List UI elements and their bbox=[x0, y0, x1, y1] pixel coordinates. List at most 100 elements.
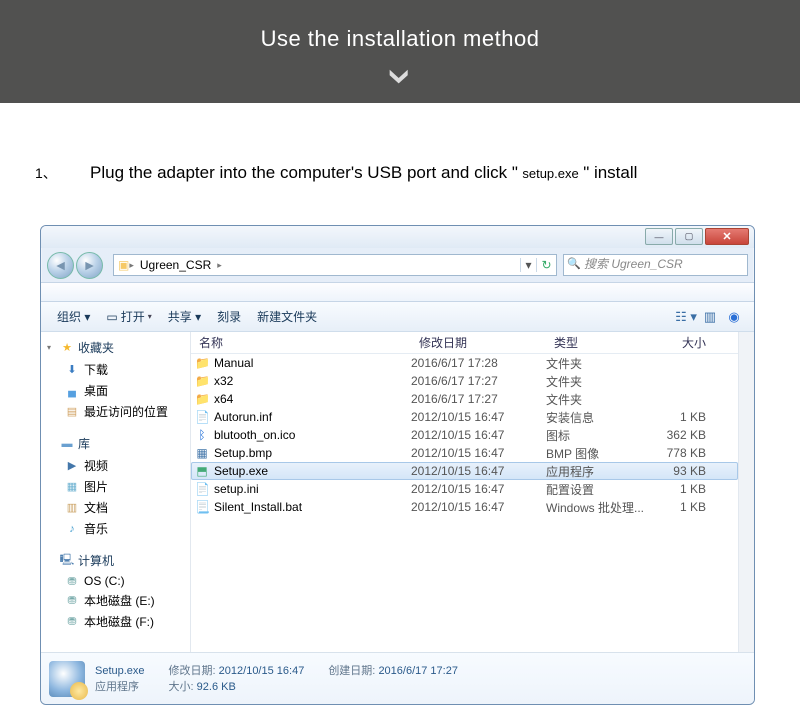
breadcrumb[interactable]: Ugreen_CSR bbox=[134, 258, 217, 272]
scrollbar[interactable] bbox=[738, 332, 754, 652]
file-name: x64 bbox=[214, 392, 233, 406]
file-name: Manual bbox=[214, 356, 253, 370]
computer-icon: 🖳 bbox=[60, 554, 74, 568]
details-created-val: 2016/6/17 17:27 bbox=[378, 665, 458, 677]
step-text: Plug the adapter into the computer's USB… bbox=[90, 163, 518, 182]
file-row[interactable]: 📁x322016/6/17 17:27文件夹 bbox=[191, 372, 738, 390]
step-after: " install bbox=[583, 163, 637, 182]
banner-title: Use the installation method bbox=[261, 26, 540, 52]
menu-bar[interactable] bbox=[41, 282, 754, 302]
details-file-icon bbox=[49, 661, 85, 697]
addr-dropdown-icon[interactable]: ▾ bbox=[520, 258, 536, 272]
tree-favorites[interactable]: ▾★收藏夹 bbox=[47, 336, 190, 359]
file-type: 文件夹 bbox=[546, 391, 656, 408]
file-type: 图标 bbox=[546, 427, 656, 444]
step-number: 1、 bbox=[35, 163, 90, 183]
forward-button[interactable]: ► bbox=[76, 252, 103, 279]
search-input[interactable]: 搜索 Ugreen_CSR bbox=[563, 254, 748, 276]
share-button[interactable]: 共享 ▾ bbox=[160, 304, 209, 329]
burn-button[interactable]: 刻录 bbox=[209, 304, 249, 329]
close-button[interactable]: ✕ bbox=[705, 228, 749, 245]
file-date: 2016/6/17 17:27 bbox=[411, 392, 546, 406]
drive-icon: ⛃ bbox=[65, 594, 79, 608]
preview-pane-icon[interactable]: ▥ bbox=[698, 309, 722, 325]
tree-downloads[interactable]: ⬇下载 bbox=[47, 359, 190, 380]
tree-drive-f[interactable]: ⛃本地磁盘 (F:) bbox=[47, 611, 190, 632]
details-pane: Setup.exe 应用程序 修改日期: 2012/10/15 16:47 大小… bbox=[41, 652, 754, 704]
file-row[interactable]: 📄Autorun.inf2012/10/15 16:47安装信息1 KB bbox=[191, 408, 738, 426]
crumb-sep-icon: ▸ bbox=[217, 260, 222, 271]
details-created-key: 创建日期: bbox=[328, 665, 375, 677]
file-row[interactable]: ᛒblutooth_on.ico2012/10/15 16:47图标362 KB bbox=[191, 426, 738, 444]
file-date: 2016/6/17 17:28 bbox=[411, 356, 546, 370]
refresh-icon[interactable]: ↻ bbox=[536, 258, 556, 272]
file-row[interactable]: ⬒Setup.exe2012/10/15 16:47应用程序93 KB bbox=[191, 462, 738, 480]
tree-libraries[interactable]: ▬库 bbox=[47, 432, 190, 455]
tree-drive-c[interactable]: ⛃OS (C:) bbox=[47, 572, 190, 590]
tree-computer[interactable]: 🖳计算机 bbox=[47, 549, 190, 572]
file-row[interactable]: 📄setup.ini2012/10/15 16:47配置设置1 KB bbox=[191, 480, 738, 498]
details-name: Setup.exe bbox=[95, 665, 145, 677]
file-row[interactable]: ▦Setup.bmp2012/10/15 16:47BMP 图像778 KB bbox=[191, 444, 738, 462]
window-titlebar[interactable]: — ▢ ✕ bbox=[41, 226, 754, 248]
file-icon: 📁 bbox=[195, 374, 209, 388]
file-date: 2012/10/15 16:47 bbox=[411, 446, 546, 460]
collapse-icon[interactable]: ▾ bbox=[47, 343, 56, 352]
desktop-icon: ▄ bbox=[65, 384, 79, 398]
recent-icon: ▤ bbox=[65, 405, 79, 419]
open-button[interactable]: ▭打开▾ bbox=[98, 304, 159, 329]
back-button[interactable]: ◄ bbox=[47, 252, 74, 279]
step-code: setup.exe bbox=[522, 166, 578, 181]
file-icon: ᛒ bbox=[195, 428, 209, 442]
file-size: 1 KB bbox=[656, 482, 716, 496]
folder-icon: ▣ bbox=[118, 258, 129, 272]
file-row[interactable]: 📁x642016/6/17 17:27文件夹 bbox=[191, 390, 738, 408]
file-type: 安装信息 bbox=[546, 409, 656, 426]
nav-tree: ▾★收藏夹 ⬇下载 ▄桌面 ▤最近访问的位置 ▬库 ▶视频 ▦图片 ▥文档 ♪音… bbox=[41, 332, 191, 652]
col-size[interactable]: 大小 bbox=[656, 334, 716, 351]
file-row[interactable]: 📁Manual2016/6/17 17:28文件夹 bbox=[191, 354, 738, 372]
tree-videos[interactable]: ▶视频 bbox=[47, 455, 190, 476]
tree-recent[interactable]: ▤最近访问的位置 bbox=[47, 401, 190, 422]
file-row[interactable]: 📃Silent_Install.bat2012/10/15 16:47Windo… bbox=[191, 498, 738, 516]
organize-button[interactable]: 组织 ▾ bbox=[49, 304, 98, 329]
document-icon: ▥ bbox=[65, 501, 79, 515]
drive-icon: ⛃ bbox=[65, 574, 79, 588]
file-date: 2012/10/15 16:47 bbox=[411, 464, 546, 478]
details-type: 应用程序 bbox=[95, 681, 139, 693]
tree-music[interactable]: ♪音乐 bbox=[47, 518, 190, 539]
file-list-pane: 名称 修改日期 类型 大小 📁Manual2016/6/17 17:28文件夹📁… bbox=[191, 332, 738, 652]
file-size: 93 KB bbox=[656, 464, 716, 478]
col-date[interactable]: 修改日期 bbox=[411, 334, 546, 351]
file-icon: 📁 bbox=[195, 356, 209, 370]
file-type: 配置设置 bbox=[546, 481, 656, 498]
tree-desktop[interactable]: ▄桌面 bbox=[47, 380, 190, 401]
file-size: 1 KB bbox=[656, 500, 716, 514]
tree-pictures[interactable]: ▦图片 bbox=[47, 476, 190, 497]
file-icon: 📄 bbox=[195, 410, 209, 424]
address-bar[interactable]: ▣ ▸ Ugreen_CSR ▸ ▾ ↻ bbox=[113, 254, 557, 276]
minimize-button[interactable]: — bbox=[645, 228, 673, 245]
file-date: 2012/10/15 16:47 bbox=[411, 428, 546, 442]
file-date: 2016/6/17 17:27 bbox=[411, 374, 546, 388]
file-name: Silent_Install.bat bbox=[214, 500, 302, 514]
new-folder-button[interactable]: 新建文件夹 bbox=[249, 304, 325, 329]
music-icon: ♪ bbox=[65, 522, 79, 536]
tree-drive-e[interactable]: ⛃本地磁盘 (E:) bbox=[47, 590, 190, 611]
col-name[interactable]: 名称 bbox=[191, 334, 411, 351]
file-name: blutooth_on.ico bbox=[214, 428, 295, 442]
drive-icon: ⛃ bbox=[65, 615, 79, 629]
col-type[interactable]: 类型 bbox=[546, 334, 656, 351]
file-name: Autorun.inf bbox=[214, 410, 272, 424]
view-options-icon[interactable]: ☷ ▾ bbox=[674, 309, 698, 325]
details-mod-val: 2012/10/15 16:47 bbox=[219, 665, 305, 677]
toolbar: 组织 ▾ ▭打开▾ 共享 ▾ 刻录 新建文件夹 ☷ ▾ ▥ ◉ bbox=[41, 302, 754, 332]
column-headers[interactable]: 名称 修改日期 类型 大小 bbox=[191, 332, 738, 354]
maximize-button[interactable]: ▢ bbox=[675, 228, 703, 245]
help-icon[interactable]: ◉ bbox=[722, 309, 746, 325]
tree-documents[interactable]: ▥文档 bbox=[47, 497, 190, 518]
address-row: ◄ ► ▣ ▸ Ugreen_CSR ▸ ▾ ↻ 搜索 Ugreen_CSR bbox=[41, 248, 754, 282]
file-type: BMP 图像 bbox=[546, 445, 656, 462]
file-icon: 📃 bbox=[195, 500, 209, 514]
main-content: ▾★收藏夹 ⬇下载 ▄桌面 ▤最近访问的位置 ▬库 ▶视频 ▦图片 ▥文档 ♪音… bbox=[41, 332, 754, 652]
